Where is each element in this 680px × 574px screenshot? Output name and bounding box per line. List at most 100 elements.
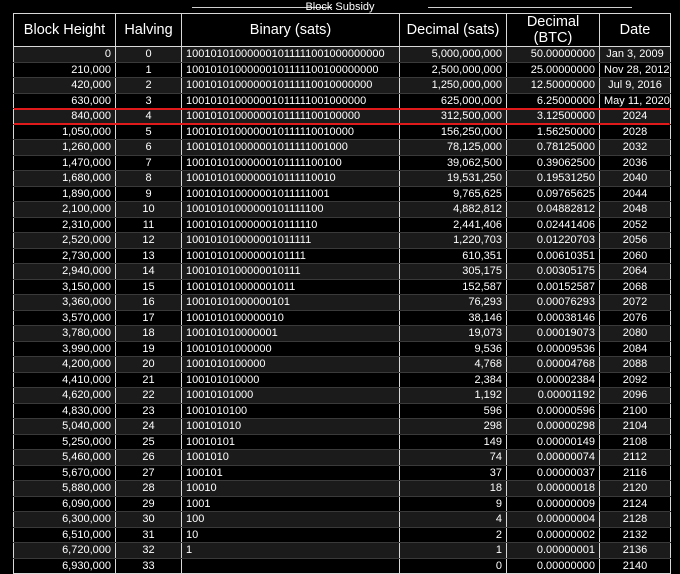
decimal-btc-cell: 0.00000596 — [506, 403, 600, 419]
table-row: 1,050,000 5 1001010100000010111110010000 15… — [13, 124, 671, 140]
block-height-cell: 4,620,000 — [13, 387, 116, 404]
date-cell: 2052 — [599, 217, 671, 233]
halving-cell: 18 — [115, 325, 182, 342]
binary-sats-cell: 100101010 — [181, 418, 400, 435]
block-height-cell: 4,410,000 — [13, 372, 116, 388]
date-cell: 2096 — [599, 387, 671, 404]
decimal-btc-cell: 6.25000000 — [506, 93, 600, 109]
decimal-sats-cell: 610,351 — [399, 248, 507, 264]
binary-sats-cell: 10010101000000101 — [181, 294, 400, 311]
table-row: 420,000 2 1001010100000010111110010000000 1… — [13, 77, 671, 94]
col-decimal-btc-header: Decimal (BTC) — [506, 13, 600, 47]
decimal-sats-cell: 4,768 — [399, 356, 507, 373]
block-height-cell: 2,520,000 — [13, 232, 116, 249]
decimal-sats-cell: 1,250,000,000 — [399, 77, 507, 94]
date-cell: 2048 — [599, 201, 671, 218]
decimal-btc-cell: 0.78125000 — [506, 139, 600, 156]
date-cell: 2036 — [599, 155, 671, 171]
table-row: 6,510,000 31 10 2 0.00000002 2132 — [13, 527, 671, 543]
block-height-cell: 630,000 — [13, 93, 116, 109]
binary-sats-cell: 100101010000001 — [181, 325, 400, 342]
block-height-cell: 4,200,000 — [13, 356, 116, 373]
halving-cell: 20 — [115, 356, 182, 373]
block-height-cell: 210,000 — [13, 62, 116, 78]
decimal-sats-cell: 39,062,500 — [399, 155, 507, 171]
block-height-cell: 420,000 — [13, 77, 116, 94]
decimal-btc-cell: 0.00000009 — [506, 496, 600, 512]
date-cell: 2092 — [599, 372, 671, 388]
col-binary-header: Binary (sats) — [181, 13, 400, 47]
halving-cell: 6 — [115, 139, 182, 156]
block-subsidy-panel: Block Subsidy Block Height Halving Binar… — [2, 0, 678, 574]
block-height-cell: 5,880,000 — [13, 480, 116, 497]
halving-cell: 4 — [115, 108, 182, 125]
halving-cell: 12 — [115, 232, 182, 249]
block-height-cell: 6,090,000 — [13, 496, 116, 512]
halving-cell: 21 — [115, 372, 182, 388]
binary-sats-cell: 10010101000000101111 — [181, 248, 400, 264]
binary-sats-cell: 100101010000001011111001000000 — [181, 93, 400, 109]
decimal-sats-cell: 2,441,406 — [399, 217, 507, 233]
binary-sats-cell: 1001010100000010111110010000000 — [181, 77, 400, 94]
block-height-cell: 5,250,000 — [13, 434, 116, 450]
block-height-cell: 1,260,000 — [13, 139, 116, 156]
decimal-btc-cell: 0.00000149 — [506, 434, 600, 450]
halving-cell: 30 — [115, 511, 182, 528]
block-height-cell: 1,890,000 — [13, 186, 116, 202]
block-height-cell: 840,000 — [13, 108, 116, 125]
date-cell: 2072 — [599, 294, 671, 311]
block-height-cell: 6,300,000 — [13, 511, 116, 528]
binary-sats-cell: 10010101000000101111100 — [181, 201, 400, 218]
decimal-btc-cell: 0.00000004 — [506, 511, 600, 528]
date-cell: 2112 — [599, 449, 671, 466]
decimal-sats-cell: 74 — [399, 449, 507, 466]
decimal-btc-cell: 0.00009536 — [506, 341, 600, 357]
halving-cell: 14 — [115, 263, 182, 280]
date-cell: 2064 — [599, 263, 671, 280]
halving-cell: 2 — [115, 77, 182, 94]
table-row: 1,680,000 8 1001010100000010111110010 19,53… — [13, 170, 671, 187]
date-cell: 2116 — [599, 465, 671, 481]
decimal-btc-cell: 3.12500000 — [506, 108, 600, 125]
block-height-cell: 2,310,000 — [13, 217, 116, 233]
decimal-sats-cell: 19,531,250 — [399, 170, 507, 187]
decimal-sats-cell: 312,500,000 — [399, 108, 507, 125]
decimal-btc-cell: 0.00001192 — [506, 387, 600, 404]
date-cell: 2088 — [599, 356, 671, 373]
date-cell: 2124 — [599, 496, 671, 512]
halving-cell: 23 — [115, 403, 182, 419]
col-block-height-header: Block Height — [13, 13, 116, 47]
decimal-btc-cell: 0.00610351 — [506, 248, 600, 264]
halving-cell: 10 — [115, 201, 182, 218]
table-row: 4,620,000 22 10010101000 1,192 0.00001192 209… — [13, 387, 671, 404]
date-cell: Jan 3, 2009 — [599, 46, 671, 63]
table-row: 2,100,000 10 10010101000000101111100 4,882,… — [13, 201, 671, 218]
table-row: 3,150,000 15 100101010000001011 152,587 0.00… — [13, 279, 671, 295]
decimal-btc-cell: 0.00038146 — [506, 310, 600, 326]
table-row: 840,000 4 10010101000000101111100100000 312… — [13, 108, 671, 125]
date-cell: 2028 — [599, 124, 671, 140]
decimal-sats-cell: 38,146 — [399, 310, 507, 326]
binary-sats-cell: 10 — [181, 527, 400, 543]
table-row: 630,000 3 100101010000001011111001000000 62… — [13, 93, 671, 109]
decimal-sats-cell: 4,882,812 — [399, 201, 507, 218]
block-height-cell: 3,570,000 — [13, 310, 116, 326]
binary-sats-cell: 10010101000000101111100100000 — [181, 108, 400, 125]
decimal-btc-cell: 0.00000000 — [506, 558, 600, 574]
decimal-btc-cell: 0.01220703 — [506, 232, 600, 249]
col-decimal-sats-header: Decimal (sats) — [399, 13, 507, 47]
binary-sats-cell: 100101010000001011111 — [181, 232, 400, 249]
decimal-sats-cell: 149 — [399, 434, 507, 450]
col-halving-header: Halving — [115, 13, 182, 47]
halving-cell: 19 — [115, 341, 182, 357]
decimal-sats-cell: 2,384 — [399, 372, 507, 388]
binary-sats-cell: 1001010100000010 — [181, 310, 400, 326]
halving-cell: 28 — [115, 480, 182, 497]
block-height-cell: 6,930,000 — [13, 558, 116, 574]
block-height-cell: 5,670,000 — [13, 465, 116, 481]
table-row: 4,410,000 21 100101010000 2,384 0.00002384 20… — [13, 372, 671, 388]
table-row: 6,930,000 33 0 0.00000000 2140 — [13, 558, 671, 574]
table-row: 5,040,000 24 100101010 298 0.00000298 2104 — [13, 418, 671, 435]
binary-sats-cell: 1001010100 — [181, 403, 400, 419]
table-row: 5,460,000 26 1001010 74 0.00000074 2112 — [13, 449, 671, 466]
